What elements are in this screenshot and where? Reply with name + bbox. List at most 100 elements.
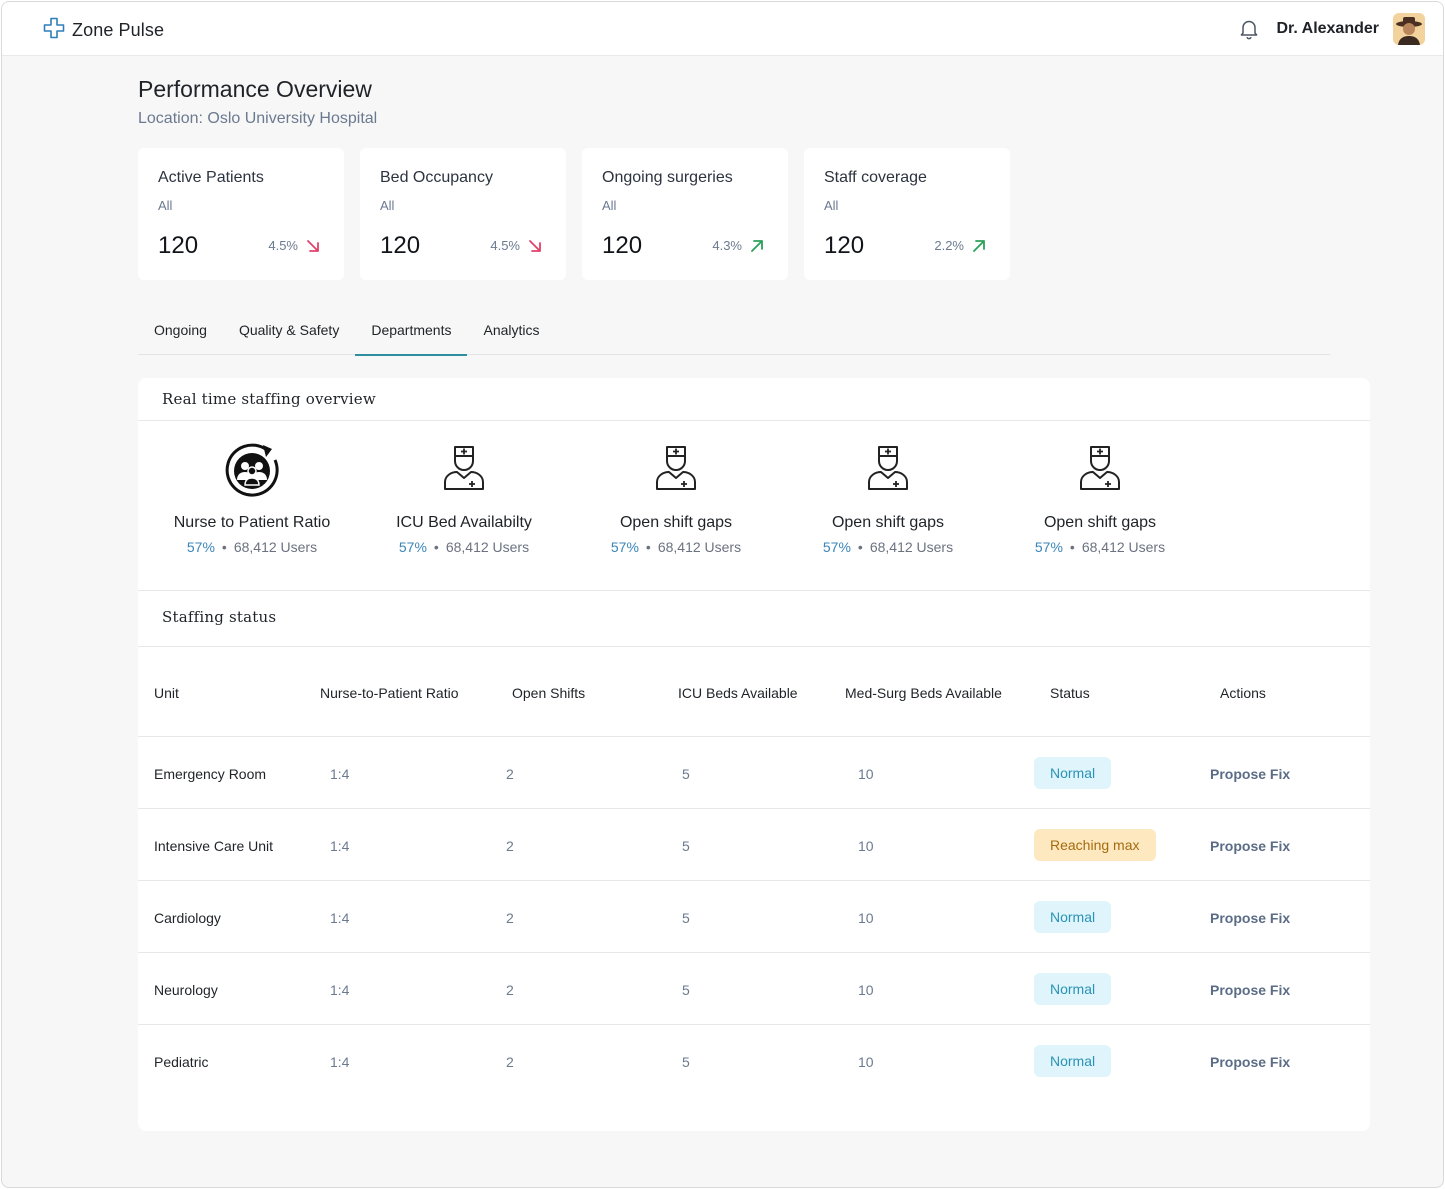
unit-cell: Emergency Room bbox=[154, 766, 267, 782]
logo-cross-icon bbox=[42, 16, 66, 45]
kpi-value: 120 bbox=[380, 232, 421, 259]
nurse-icon bbox=[994, 440, 1206, 498]
avatar[interactable] bbox=[1393, 13, 1425, 45]
tab-quality-safety[interactable]: Quality & Safety bbox=[223, 312, 355, 355]
table-row: Neurology 1:4 2 5 10 Normal Propose Fix bbox=[138, 953, 1370, 1025]
column-header: Nurse-to-Patient Ratio bbox=[320, 685, 459, 701]
unit-cell: Intensive Care Unit bbox=[154, 838, 274, 854]
kpi-scope: All bbox=[380, 198, 395, 213]
app-window: Zone Pulse Dr. Alexander Performance Ove… bbox=[1, 1, 1444, 1188]
kpi-card-active-patients[interactable]: Active Patients All 120 4.5% bbox=[138, 148, 344, 280]
stat-icu-bed-availability[interactable]: ICU Bed Availabilty 57% • 68,412 Users bbox=[358, 440, 570, 555]
kpi-trend: 2.2% bbox=[934, 238, 986, 253]
kpi-title: Active Patients bbox=[158, 169, 264, 186]
kpi-scope: All bbox=[602, 198, 617, 213]
status-badge: Normal bbox=[1034, 973, 1112, 1005]
trend-down-arrow-icon bbox=[529, 239, 541, 252]
stat-open-shift-gaps[interactable]: Open shift gaps 57% • 68,412 Users bbox=[570, 440, 782, 555]
icu-beds-cell: 5 bbox=[682, 982, 690, 998]
team-cycle-icon bbox=[146, 440, 358, 498]
stat-users: 68,412 Users bbox=[233, 539, 318, 555]
stat-percent: 57% bbox=[1034, 539, 1063, 555]
propose-fix-button[interactable]: Propose Fix bbox=[1210, 910, 1290, 926]
stat-users: 68,412 Users bbox=[657, 539, 742, 555]
ratio-cell: 1:4 bbox=[330, 838, 350, 854]
stat-meta: 57% • 68,412 Users bbox=[610, 539, 742, 555]
stat-percent: 57% bbox=[610, 539, 639, 555]
open-shifts-cell: 2 bbox=[506, 838, 514, 854]
notification-bell-icon[interactable] bbox=[1238, 18, 1260, 40]
stat-percent: 57% bbox=[186, 539, 215, 555]
stat-meta: 57% • 68,412 Users bbox=[398, 539, 530, 555]
staffing-table: Unit Nurse-to-Patient Ratio Open Shifts … bbox=[138, 646, 1370, 1097]
stat-open-shift-gaps[interactable]: Open shift gaps 57% • 68,412 Users bbox=[782, 440, 994, 555]
stat-open-shift-gaps[interactable]: Open shift gaps 57% • 68,412 Users bbox=[994, 440, 1206, 555]
nurse-icon bbox=[570, 440, 782, 498]
kpi-cards: Active Patients All 120 4.5% Bed Occupan… bbox=[138, 148, 1010, 280]
propose-fix-button[interactable]: Propose Fix bbox=[1210, 838, 1290, 854]
open-shifts-cell: 2 bbox=[506, 766, 514, 782]
open-shifts-cell: 2 bbox=[506, 982, 514, 998]
open-shifts-cell: 2 bbox=[506, 910, 514, 926]
status-badge: Reaching max bbox=[1034, 829, 1156, 861]
column-header: Unit bbox=[154, 685, 179, 701]
medsurg-beds-cell: 10 bbox=[858, 838, 874, 854]
staffing-stats: Nurse to Patient Ratio 57% • 68,412 Users … bbox=[138, 440, 1370, 590]
column-header: Actions bbox=[1220, 685, 1266, 701]
stat-meta: 57% • 68,412 Users bbox=[822, 539, 954, 555]
kpi-change: 4.3% bbox=[712, 238, 742, 253]
departments-panel: Real time staffing overview Nurse to Pat… bbox=[138, 378, 1370, 1131]
trend-up-arrow-icon bbox=[973, 239, 985, 252]
icu-beds-cell: 5 bbox=[682, 838, 690, 854]
table-row: Pediatric 1:4 2 5 10 Normal Propose Fix bbox=[138, 1025, 1370, 1097]
propose-fix-button[interactable]: Propose Fix bbox=[1210, 982, 1290, 998]
unit-cell: Cardiology bbox=[154, 910, 221, 926]
kpi-value: 120 bbox=[824, 232, 865, 259]
kpi-title: Bed Occupancy bbox=[380, 169, 493, 186]
user-area: Dr. Alexander bbox=[1238, 13, 1425, 45]
stat-nurse-patient-ratio[interactable]: Nurse to Patient Ratio 57% • 68,412 Users bbox=[146, 440, 358, 555]
tab-departments[interactable]: Departments bbox=[355, 312, 468, 356]
stat-meta: 57% • 68,412 Users bbox=[186, 539, 318, 555]
tab-ongoing[interactable]: Ongoing bbox=[138, 312, 223, 355]
user-name[interactable]: Dr. Alexander bbox=[1276, 20, 1379, 38]
app-name: Zone Pulse bbox=[72, 20, 165, 40]
kpi-card-bed-occupancy[interactable]: Bed Occupancy All 120 4.5% bbox=[360, 148, 566, 280]
kpi-change: 2.2% bbox=[934, 238, 964, 253]
kpi-title: Staff coverage bbox=[824, 169, 927, 186]
kpi-trend: 4.3% bbox=[712, 238, 764, 253]
page-title: Performance Overview bbox=[138, 76, 372, 102]
nurse-icon bbox=[358, 440, 570, 498]
unit-cell: Neurology bbox=[154, 982, 218, 998]
kpi-value: 120 bbox=[158, 232, 199, 259]
kpi-trend: 4.5% bbox=[268, 238, 320, 253]
brand[interactable]: Zone Pulse bbox=[42, 16, 164, 45]
kpi-trend: 4.5% bbox=[490, 238, 542, 253]
stat-label: Open shift gaps bbox=[831, 514, 945, 531]
column-header: Open Shifts bbox=[512, 685, 586, 701]
stat-users: 68,412 Users bbox=[445, 539, 530, 555]
tab-analytics[interactable]: Analytics bbox=[467, 312, 555, 355]
medsurg-beds-cell: 10 bbox=[858, 766, 874, 782]
ratio-cell: 1:4 bbox=[330, 1054, 350, 1070]
stat-label: ICU Bed Availabilty bbox=[396, 514, 532, 531]
propose-fix-button[interactable]: Propose Fix bbox=[1210, 1054, 1290, 1070]
stat-users: 68,412 Users bbox=[869, 539, 954, 555]
medsurg-beds-cell: 10 bbox=[858, 982, 874, 998]
icu-beds-cell: 5 bbox=[682, 910, 690, 926]
kpi-card-staff-coverage[interactable]: Staff coverage All 120 2.2% bbox=[804, 148, 1010, 280]
kpi-card-ongoing-surgeries[interactable]: Ongoing surgeries All 120 4.3% bbox=[582, 148, 788, 280]
top-bar: Zone Pulse Dr. Alexander bbox=[2, 2, 1443, 56]
nurse-icon bbox=[782, 440, 994, 498]
icu-beds-cell: 5 bbox=[682, 766, 690, 782]
kpi-scope: All bbox=[158, 198, 173, 213]
table-row: Cardiology 1:4 2 5 10 Normal Propose Fix bbox=[138, 881, 1370, 953]
status-badge: Normal bbox=[1034, 901, 1112, 933]
status-badge: Normal bbox=[1034, 757, 1112, 789]
propose-fix-button[interactable]: Propose Fix bbox=[1210, 766, 1290, 782]
kpi-scope: All bbox=[824, 198, 839, 213]
overview-title: Real time staffing overview bbox=[162, 390, 376, 408]
table-row: Emergency Room 1:4 2 5 10 Normal Propose… bbox=[138, 737, 1370, 809]
kpi-title: Ongoing surgeries bbox=[602, 169, 733, 186]
stat-percent: 57% bbox=[398, 539, 427, 555]
